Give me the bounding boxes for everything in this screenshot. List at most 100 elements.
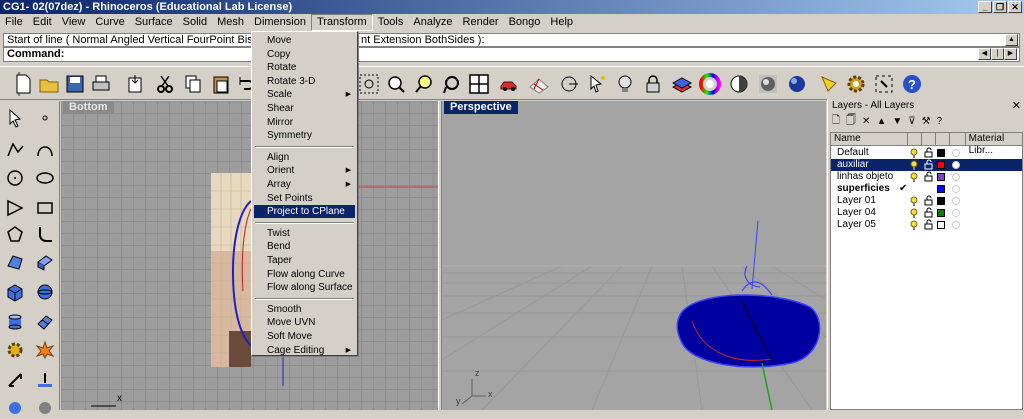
layers-col-lock[interactable] <box>922 133 936 145</box>
menu-dimension[interactable]: Dimension <box>249 14 311 31</box>
minimize-button[interactable]: _ <box>978 1 992 13</box>
print-icon[interactable] <box>88 71 114 97</box>
delete-layer-icon[interactable]: ✕ <box>862 116 870 127</box>
grey-sphere-icon[interactable] <box>755 71 781 97</box>
bottom-viewport[interactable]: Bottom x <box>61 101 438 410</box>
circle-icon[interactable] <box>2 165 28 191</box>
history-scroll-up[interactable]: ▲ <box>1005 34 1018 46</box>
menu-item-project-to-cplane[interactable]: Project to CPlane <box>254 205 355 219</box>
curve-icon[interactable] <box>32 137 58 163</box>
cylinder-icon[interactable] <box>2 309 28 335</box>
menu-solid[interactable]: Solid <box>178 14 212 31</box>
rectangle-icon[interactable] <box>32 195 58 221</box>
import-icon[interactable] <box>122 71 148 97</box>
menu-file[interactable]: File <box>0 14 28 31</box>
layer-material-icon[interactable] <box>952 173 960 181</box>
layer-material-icon[interactable] <box>952 185 960 193</box>
point-icon[interactable] <box>32 105 58 131</box>
menu-item-flow-along-surface[interactable]: Flow along Surface <box>254 281 355 294</box>
layer-row[interactable]: auxiliar <box>831 159 1022 171</box>
save-icon[interactable] <box>62 71 88 97</box>
layer-color-swatch[interactable] <box>937 173 945 181</box>
menu-item-move-uvn[interactable]: Move UVN <box>254 316 355 329</box>
command-scroll-left[interactable]: ◀ <box>978 48 991 60</box>
menu-item-move[interactable]: Move <box>254 34 355 47</box>
layer-row[interactable]: superficies ✔ <box>831 183 1022 195</box>
layer-row[interactable]: Layer 01 <box>831 195 1022 207</box>
align-icon[interactable] <box>32 367 58 393</box>
menu-item-flow-along-curve[interactable]: Flow along Curve <box>254 268 355 281</box>
paste-icon[interactable] <box>208 71 234 97</box>
layer-material-icon[interactable] <box>952 221 960 229</box>
layer-material-icon[interactable] <box>952 161 960 169</box>
filter-icon[interactable]: ⊽ <box>908 116 915 127</box>
layer-row[interactable]: Layer 04 <box>831 207 1022 219</box>
layer-color-swatch[interactable] <box>937 161 945 169</box>
blue-sphere-icon[interactable] <box>784 71 810 97</box>
new-file-icon[interactable] <box>10 71 36 97</box>
layer-color-swatch[interactable] <box>937 197 945 205</box>
close-button[interactable]: ✕ <box>1008 1 1022 13</box>
menu-surface[interactable]: Surface <box>130 14 178 31</box>
help-icon[interactable]: ? <box>899 71 925 97</box>
menu-analyze[interactable]: Analyze <box>408 14 457 31</box>
layer-material-icon[interactable] <box>952 197 960 205</box>
select-arrow-icon[interactable] <box>2 105 28 131</box>
menu-item-smooth[interactable]: Smooth <box>254 303 355 316</box>
open-folder-icon[interactable] <box>36 71 62 97</box>
menu-item-cage-editing[interactable]: Cage Editing ▶ <box>254 344 355 357</box>
layers-col-on[interactable] <box>908 133 922 145</box>
polygon-icon[interactable] <box>2 221 28 247</box>
layer-color-swatch[interactable] <box>937 221 945 229</box>
dimension-icon[interactable] <box>2 367 28 393</box>
layer-lock-icon[interactable] <box>924 219 933 234</box>
rotate-view-icon[interactable] <box>439 71 465 97</box>
layer-color-swatch[interactable] <box>937 209 945 217</box>
menu-render[interactable]: Render <box>458 14 504 31</box>
tools-wrench-icon[interactable]: ⚒ <box>922 116 931 127</box>
layers-close-icon[interactable]: ✕ <box>1012 99 1021 112</box>
menu-bongo[interactable]: Bongo <box>504 14 546 31</box>
menu-mesh[interactable]: Mesh <box>212 14 249 31</box>
surface-extrude-icon[interactable] <box>32 249 58 275</box>
cut-icon[interactable] <box>152 71 178 97</box>
menu-item-twist[interactable]: Twist <box>254 227 355 240</box>
command-scroll-mid[interactable]: | <box>991 48 1004 60</box>
select-points-icon[interactable] <box>584 71 610 97</box>
lock-icon[interactable] <box>640 71 666 97</box>
move-up-icon[interactable]: ▲ <box>876 116 886 127</box>
menu-item-orient[interactable]: Orient ▶ <box>254 164 355 177</box>
ellipse-icon[interactable] <box>32 165 58 191</box>
explode-icon[interactable] <box>32 337 58 363</box>
arc-icon[interactable] <box>2 195 28 221</box>
layer-row[interactable]: linhas objeto <box>831 171 1022 183</box>
menu-item-scale[interactable]: Scale ▶ <box>254 88 355 101</box>
car-render-icon[interactable] <box>496 71 522 97</box>
menu-item-rotate-3-d[interactable]: Rotate 3-D <box>254 75 355 88</box>
restore-button[interactable]: ❐ <box>993 1 1007 13</box>
menu-edit[interactable]: Edit <box>28 14 57 31</box>
layer-icon[interactable] <box>669 71 695 97</box>
menu-item-mirror[interactable]: Mirror <box>254 116 355 129</box>
menu-view[interactable]: View <box>57 14 91 31</box>
command-scroll-right[interactable]: ▶ <box>1004 48 1017 60</box>
new-layer-icon[interactable]: 🗋 <box>832 113 840 130</box>
layer-row[interactable]: Default <box>831 147 1022 159</box>
layer-material-icon[interactable] <box>952 209 960 217</box>
spotlight-icon[interactable] <box>816 71 842 97</box>
command-input[interactable]: Command: <box>3 47 1020 62</box>
layer-color-swatch[interactable] <box>937 185 945 193</box>
zoom-extents-icon[interactable] <box>383 71 409 97</box>
osnap-icon[interactable] <box>556 71 582 97</box>
layers-col-material[interactable]: Material Libr... <box>966 133 1022 156</box>
surface-points-icon[interactable] <box>2 249 28 275</box>
color-wheel-icon[interactable] <box>697 71 723 97</box>
tools-icon[interactable] <box>871 71 897 97</box>
four-viewports-icon[interactable] <box>466 71 492 97</box>
analyze-icon[interactable] <box>2 393 28 419</box>
copy-icon[interactable] <box>180 71 206 97</box>
menu-item-copy[interactable]: Copy <box>254 48 355 61</box>
gear-icon[interactable] <box>843 71 869 97</box>
menu-item-align[interactable]: Align <box>254 151 355 164</box>
layer-material-icon[interactable] <box>952 149 960 157</box>
